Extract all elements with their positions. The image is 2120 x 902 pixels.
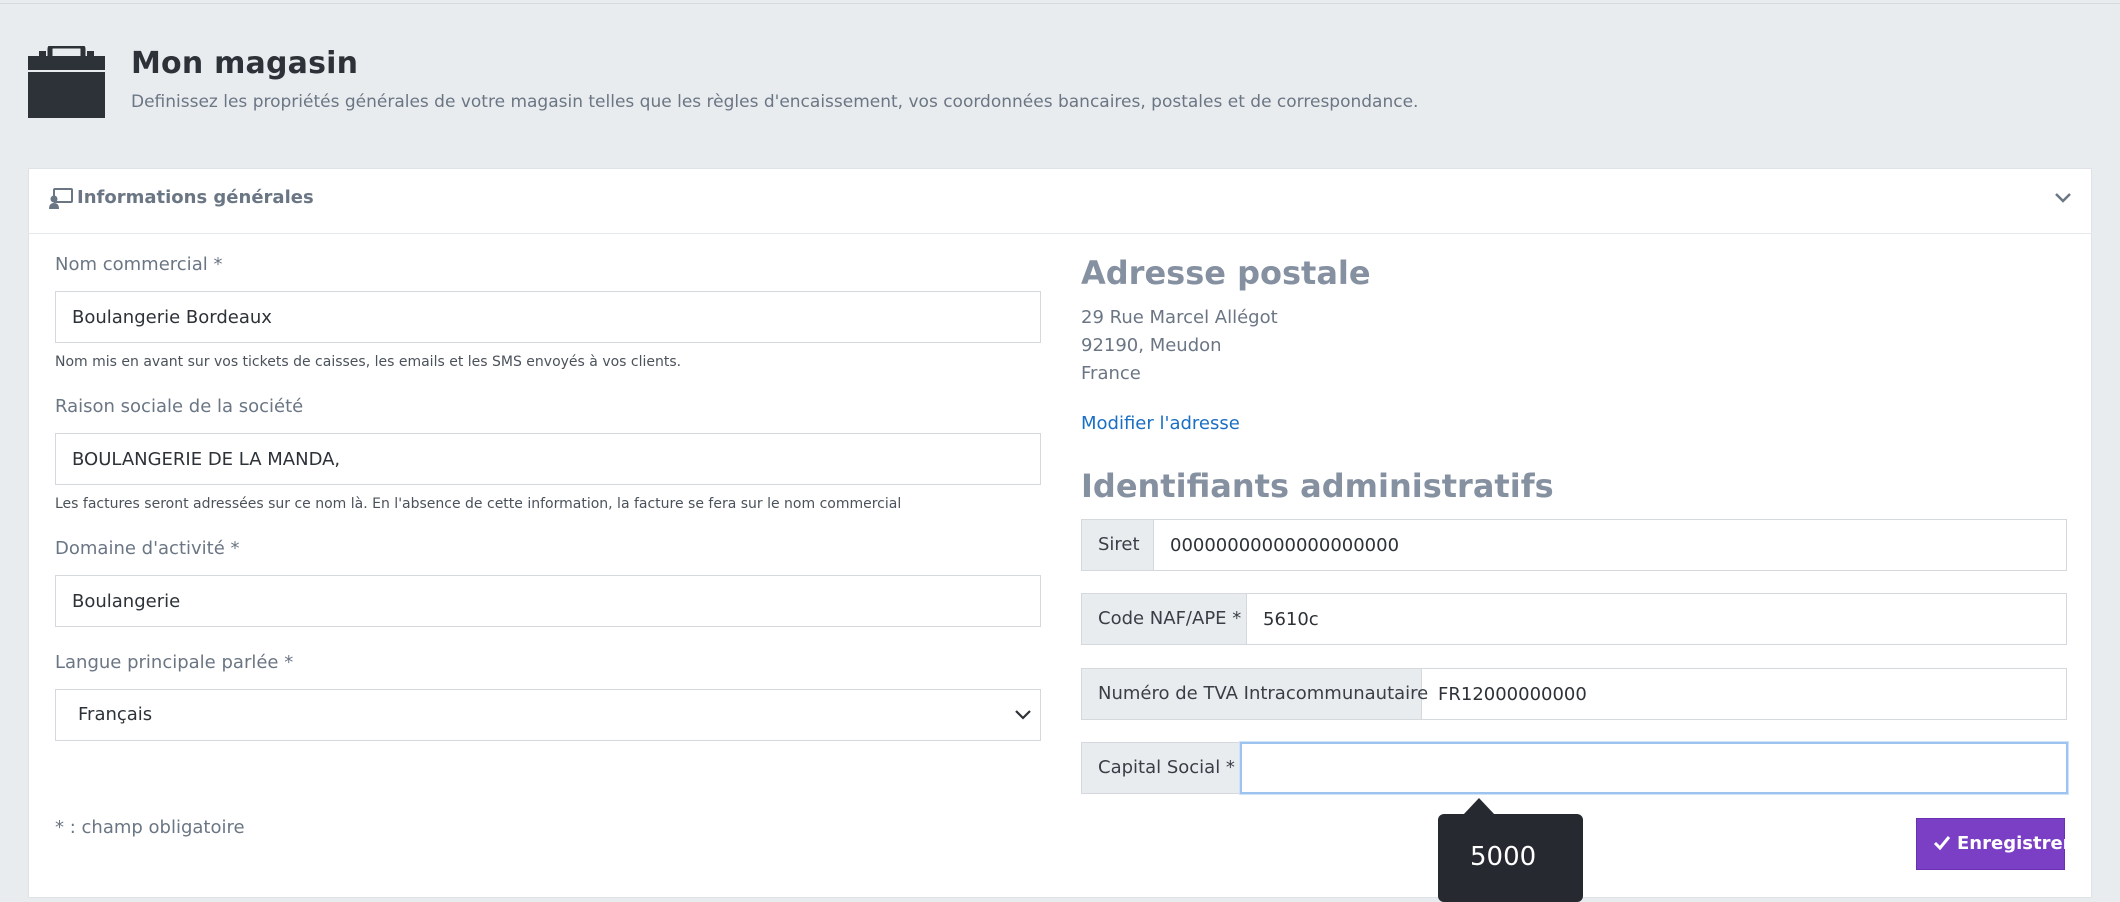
admin-title: Identifiants administratifs bbox=[1081, 467, 1554, 505]
naf-value[interactable]: 5610c bbox=[1263, 609, 1319, 630]
page-title: Mon magasin bbox=[131, 46, 359, 81]
commercial-name-input[interactable] bbox=[55, 291, 1041, 343]
language-label: Langue principale parlée * bbox=[55, 652, 294, 673]
save-button[interactable]: Enregistrer bbox=[1916, 818, 2072, 870]
tva-value[interactable]: FR12000000000 bbox=[1438, 684, 1587, 705]
siret-group: Siret 00000000000000000000 bbox=[1081, 519, 2067, 571]
siret-label: Siret bbox=[1082, 520, 1154, 570]
capital-group: Capital Social * bbox=[1081, 742, 2068, 794]
language-select[interactable]: Français bbox=[55, 689, 1041, 741]
edit-address-link[interactable]: Modifier l'adresse bbox=[1081, 413, 1240, 434]
panel-title: Informations générales bbox=[77, 187, 314, 208]
briefcase-icon bbox=[28, 46, 105, 118]
commercial-name-label: Nom commercial * bbox=[55, 254, 223, 275]
commercial-name-help: Nom mis en avant sur vos tickets de cais… bbox=[55, 354, 682, 370]
capital-input[interactable] bbox=[1240, 742, 2068, 794]
naf-group: Code NAF/APE * 5610c bbox=[1081, 593, 2067, 645]
required-note: * : champ obligatoire bbox=[55, 817, 245, 838]
tva-group: Numéro de TVA Intracommunautaire FR12000… bbox=[1081, 668, 2067, 720]
capital-label: Capital Social * bbox=[1082, 743, 1242, 793]
address-line-3: France bbox=[1081, 363, 1141, 384]
activity-label: Domaine d'activité * bbox=[55, 538, 240, 559]
save-button-label: Enregistrer bbox=[1957, 833, 2072, 854]
page-subtitle: Definissez les propriétés générales de v… bbox=[131, 92, 1419, 112]
panel-header[interactable]: Informations générales bbox=[29, 169, 2091, 234]
address-line-2: 92190, Meudon bbox=[1081, 335, 1222, 356]
tooltip-text: 5000 bbox=[1470, 842, 1537, 872]
page-header: Mon magasin Definissez les propriétés gé… bbox=[28, 44, 2088, 124]
address-line-1: 29 Rue Marcel Allégot bbox=[1081, 307, 1278, 328]
check-icon bbox=[1933, 836, 1951, 851]
tva-label: Numéro de TVA Intracommunautaire bbox=[1082, 669, 1428, 719]
company-name-input[interactable] bbox=[55, 433, 1041, 485]
naf-label: Code NAF/APE * bbox=[1082, 594, 1247, 644]
company-name-label: Raison sociale de la société bbox=[55, 396, 304, 417]
general-info-panel: Informations générales Nom commercial * … bbox=[28, 168, 2092, 898]
chevron-down-icon[interactable] bbox=[2053, 191, 2073, 205]
capital-tooltip: 5000 bbox=[1438, 814, 1583, 902]
activity-input[interactable] bbox=[55, 575, 1041, 627]
address-title: Adresse postale bbox=[1081, 254, 1371, 292]
monitor-user-icon bbox=[49, 188, 73, 209]
company-name-help: Les factures seront adressées sur ce nom… bbox=[55, 496, 902, 512]
top-bar bbox=[0, 0, 2120, 4]
siret-value[interactable]: 00000000000000000000 bbox=[1170, 535, 1399, 556]
chevron-down-icon bbox=[1015, 710, 1031, 720]
language-select-value: Français bbox=[78, 704, 153, 725]
tooltip-arrow bbox=[1463, 798, 1495, 815]
